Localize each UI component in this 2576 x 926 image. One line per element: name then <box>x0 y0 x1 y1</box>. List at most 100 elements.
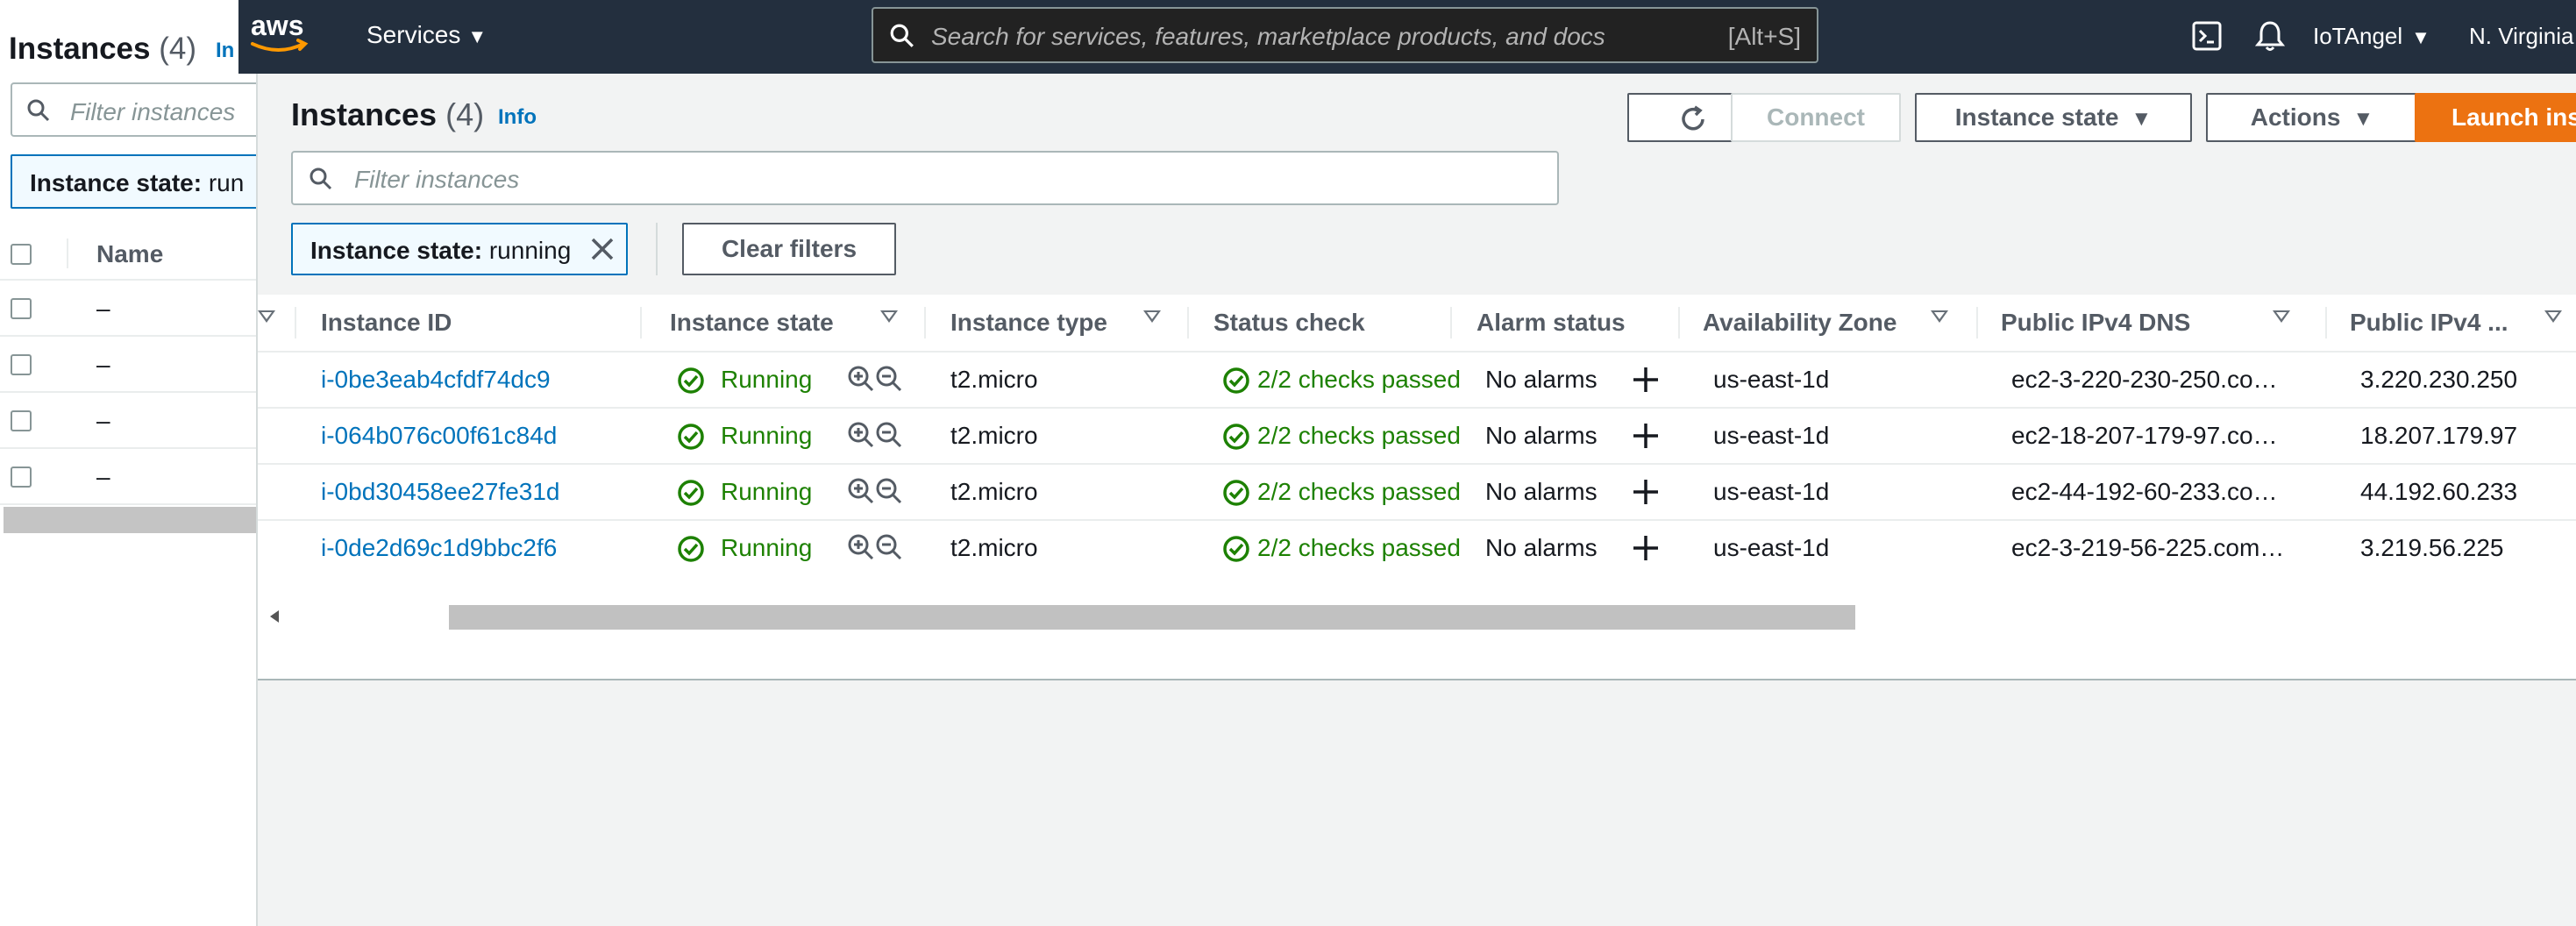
aws-logo-icon: aws <box>251 10 309 52</box>
background-instances-panel: Instances (4) In Filter instances Instan… <box>0 0 256 926</box>
add-alarm-icon[interactable] <box>1631 421 1661 451</box>
add-alarm-icon[interactable] <box>1631 365 1661 395</box>
zoom-out-icon[interactable] <box>875 365 903 393</box>
filter-token-key: Instance state: <box>310 237 483 264</box>
clear-filters-button[interactable]: Clear filters <box>682 223 896 275</box>
region-selector[interactable]: N. Virginia <box>2469 23 2573 50</box>
column-header-alarm-status[interactable]: Alarm status <box>1450 295 1678 351</box>
left-select-all-checkbox[interactable] <box>11 244 32 265</box>
left-filter-input[interactable]: Filter instances <box>11 82 256 137</box>
left-table-row[interactable]: – <box>0 393 256 449</box>
alarm-status-value: No alarms <box>1485 366 1598 393</box>
left-horizontal-scrollbar[interactable] <box>4 507 256 533</box>
global-search-placeholder: Search for services, features, marketpla… <box>931 23 1605 50</box>
left-table-row[interactable]: – <box>0 337 256 393</box>
left-instance-count: (4) <box>159 32 196 66</box>
table-row[interactable]: i-0bd30458ee27fe31d Running t2.micro 2/2… <box>258 463 2576 519</box>
row-name: – <box>96 295 110 322</box>
table-horizontal-scrollbar[interactable] <box>258 603 2576 630</box>
zoom-out-icon[interactable] <box>875 477 903 505</box>
sort-icon[interactable] <box>2544 310 2562 323</box>
instance-id-link[interactable]: i-0be3eab4cfdf74dc9 <box>321 366 551 394</box>
zoom-in-icon[interactable] <box>847 477 875 505</box>
alarm-status-value: No alarms <box>1485 478 1598 505</box>
row-checkbox[interactable] <box>11 410 32 431</box>
row-checkbox[interactable] <box>11 298 32 319</box>
instance-state-value: Running <box>721 534 813 561</box>
left-table-row[interactable]: – <box>0 449 256 505</box>
bell-icon[interactable] <box>2254 19 2286 57</box>
filter-token-text: Instance state: running <box>310 237 571 265</box>
search-shortcut-hint: [Alt+S] <box>1727 23 1801 50</box>
aws-logo[interactable]: aws <box>249 9 312 62</box>
left-column-name[interactable]: Name <box>96 240 163 268</box>
sort-icon[interactable] <box>258 310 275 323</box>
left-filter-token[interactable]: Instance state: run <box>11 154 256 209</box>
table-row[interactable]: i-0de2d69c1d9bbc2f6 Running t2.micro 2/2… <box>258 519 2576 575</box>
zoom-in-icon[interactable] <box>847 365 875 393</box>
left-title-text: Instances <box>9 32 151 66</box>
left-info-link[interactable]: In <box>216 39 234 63</box>
zoom-out-icon[interactable] <box>875 421 903 449</box>
row-checkbox[interactable] <box>11 354 32 375</box>
sort-icon[interactable] <box>2273 310 2290 323</box>
row-name: – <box>96 351 110 378</box>
alarm-status-value: No alarms <box>1485 422 1598 449</box>
column-header-instance-id[interactable]: Instance ID <box>295 295 663 351</box>
column-header-instance-type[interactable]: Instance type <box>924 295 1187 351</box>
close-icon[interactable] <box>589 236 616 262</box>
zoom-out-icon[interactable] <box>875 533 903 561</box>
connect-button[interactable]: Connect <box>1731 93 1901 142</box>
check-circle-icon <box>1223 424 1249 450</box>
add-alarm-icon[interactable] <box>1631 477 1661 507</box>
instance-count: (4) <box>445 96 485 132</box>
global-search-input[interactable]: Search for services, features, marketpla… <box>872 7 1818 63</box>
caret-down-icon: ▼ <box>2411 26 2430 48</box>
instance-id-link[interactable]: i-0bd30458ee27fe31d <box>321 478 559 506</box>
column-label: Alarm status <box>1477 309 1626 336</box>
services-menu-button[interactable]: Services ▼ <box>366 21 487 49</box>
account-name: IoTAngel <box>2313 23 2403 49</box>
table-bottom-border <box>258 679 2576 680</box>
filter-token[interactable]: Instance state: running <box>291 223 628 275</box>
zoom-in-icon[interactable] <box>847 533 875 561</box>
alarm-status-value: No alarms <box>1485 534 1598 561</box>
left-table-row[interactable]: – <box>0 281 256 337</box>
instance-state-value: Running <box>721 422 813 449</box>
sort-icon[interactable] <box>880 310 898 323</box>
column-header-public-dns[interactable]: Public IPv4 DNS <box>1976 295 2327 351</box>
info-link[interactable]: Info <box>498 105 537 130</box>
left-token-value: run <box>208 169 245 196</box>
instance-type-value: t2.micro <box>950 366 1038 393</box>
scrollbar-thumb[interactable] <box>449 605 1855 630</box>
instance-id-link[interactable]: i-064b076c00f61c84d <box>321 422 557 450</box>
filter-instances-input[interactable]: Filter instances <box>291 151 1559 205</box>
add-alarm-icon[interactable] <box>1631 533 1661 563</box>
launch-instances-button[interactable]: Launch ins <box>2415 93 2576 142</box>
scroll-left-arrow-icon[interactable] <box>270 610 279 623</box>
column-header-instance-state[interactable]: Instance state <box>640 295 915 351</box>
column-divider <box>1976 307 1978 338</box>
column-header-prev[interactable] <box>258 295 328 351</box>
instance-state-dropdown[interactable]: Instance state ▼ <box>1915 93 2192 142</box>
public-ip-value: 3.219.56.225 <box>2360 534 2504 561</box>
account-menu[interactable]: IoTAngel ▼ <box>2313 23 2430 50</box>
instance-id-link[interactable]: i-0de2d69c1d9bbc2f6 <box>321 534 557 562</box>
sort-icon[interactable] <box>1143 310 1161 323</box>
row-checkbox[interactable] <box>11 467 32 488</box>
sort-icon[interactable] <box>1931 310 1948 323</box>
table-row[interactable]: i-064b076c00f61c84d Running t2.micro 2/2… <box>258 407 2576 463</box>
table-row[interactable]: i-0be3eab4cfdf74dc9 Running t2.micro 2/2… <box>258 351 2576 407</box>
filter-divider <box>656 223 658 275</box>
zoom-in-icon[interactable] <box>847 421 875 449</box>
cloudshell-icon[interactable] <box>2192 21 2222 55</box>
left-page-title: Instances (4) <box>9 32 196 67</box>
column-header-status-check[interactable]: Status check <box>1187 295 1450 351</box>
search-icon <box>27 99 50 122</box>
column-header-public-ip[interactable]: Public IPv4 ... <box>2325 295 2576 351</box>
availability-zone-value: us-east-1d <box>1713 422 1830 449</box>
check-circle-icon <box>678 536 704 562</box>
column-header-availability-zone[interactable]: Availability Zone <box>1678 295 1976 351</box>
actions-dropdown[interactable]: Actions ▼ <box>2206 93 2418 142</box>
instance-type-value: t2.micro <box>950 534 1038 561</box>
